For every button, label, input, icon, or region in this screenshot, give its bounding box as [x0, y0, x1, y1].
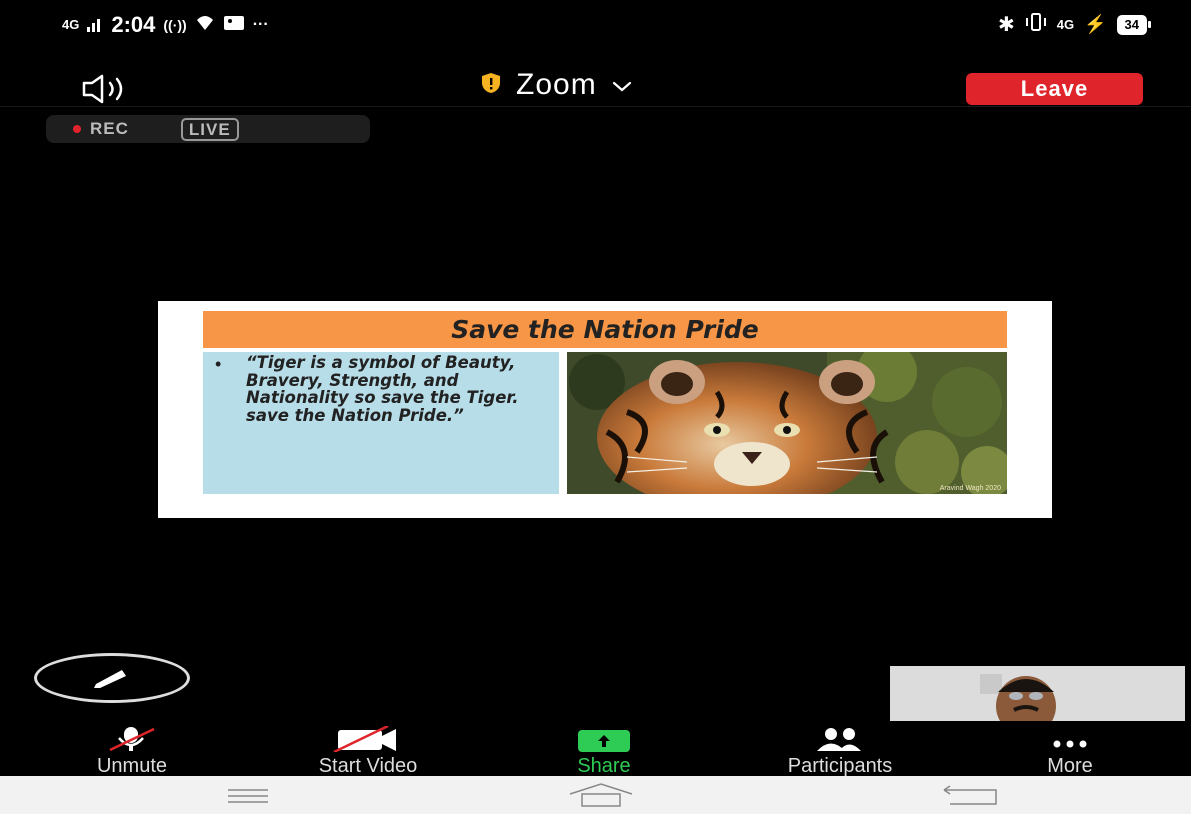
- share-label: Share: [577, 755, 631, 777]
- vibrate-icon: [1025, 13, 1047, 36]
- leave-button[interactable]: Leave: [966, 73, 1143, 105]
- battery-icon: 34: [1116, 14, 1151, 35]
- status-time: 2:04: [111, 12, 156, 37]
- rec-label: REC: [90, 119, 129, 138]
- share-arrow-icon: [576, 726, 632, 752]
- home-nav-icon[interactable]: [566, 782, 636, 813]
- more-dots-icon: [1045, 726, 1095, 752]
- status-bar: 4G 2:04 ((·)) ··· ✱ 4G ⚡ 34: [0, 0, 1191, 55]
- charging-icon: ⚡: [1084, 14, 1107, 34]
- participants-button[interactable]: Participants: [740, 724, 940, 776]
- gallery-icon: [223, 12, 245, 38]
- battery-level: 34: [1116, 14, 1147, 35]
- slide-text-box: • “Tiger is a symbol of Beauty, Bravery,…: [203, 352, 559, 494]
- live-badge: LIVE: [180, 117, 239, 141]
- more-notifications-icon: ···: [252, 16, 269, 33]
- annotate-button[interactable]: [34, 653, 190, 703]
- chevron-down-icon: [611, 68, 633, 102]
- pencil-icon: [92, 664, 132, 693]
- start-video-label: Start Video: [318, 755, 418, 777]
- network-indicator: 4G: [62, 17, 80, 32]
- start-video-button[interactable]: Start Video: [268, 724, 468, 776]
- menu-nav-icon[interactable]: [226, 788, 270, 809]
- more-button[interactable]: More: [1020, 724, 1120, 776]
- self-video-thumbnail[interactable]: [890, 666, 1185, 721]
- unmute-button[interactable]: Unmute: [62, 724, 202, 776]
- signal-icon: [87, 12, 103, 38]
- meeting-title[interactable]: Zoom: [480, 68, 633, 102]
- slide-quote: “Tiger is a symbol of Beauty, Bravery, S…: [246, 353, 519, 425]
- share-button[interactable]: Share: [548, 724, 660, 776]
- tiger-image: Aravind Wagh 2020: [567, 352, 1007, 494]
- top-divider: [0, 106, 1191, 107]
- record-dot-icon: [73, 125, 81, 133]
- status-left: 4G 2:04 ((·)) ···: [62, 12, 269, 38]
- image-caption: Aravind Wagh 2020: [939, 485, 1001, 492]
- speaker-icon[interactable]: [80, 74, 160, 104]
- hotspot-icon: ((·)): [163, 17, 187, 33]
- slide-bullet: •: [215, 354, 222, 374]
- unmute-label: Unmute: [96, 755, 168, 777]
- vpn-icon: [195, 12, 215, 38]
- network-indicator-right: 4G: [1056, 16, 1075, 32]
- recording-indicator: REC LIVE: [46, 115, 370, 143]
- shield-icon: [480, 68, 502, 102]
- slide-title: Save the Nation Pride: [203, 311, 1007, 348]
- shared-screen: Save the Nation Pride • “Tiger is a symb…: [158, 301, 1052, 518]
- meeting-title-label: Zoom: [516, 68, 597, 101]
- participants-icon: [805, 726, 875, 752]
- participants-label: Participants: [787, 755, 893, 777]
- muted-microphone-icon: [104, 726, 160, 752]
- bluetooth-icon: ✱: [998, 14, 1015, 36]
- more-label: More: [1047, 755, 1093, 777]
- system-navigation-bar: [0, 776, 1191, 814]
- status-right: ✱ 4G ⚡ 34: [998, 12, 1151, 37]
- video-off-icon: [328, 726, 408, 752]
- meeting-toolbar: Unmute Start Video Share Participants Mo…: [0, 724, 1191, 776]
- back-nav-icon[interactable]: [940, 784, 1000, 811]
